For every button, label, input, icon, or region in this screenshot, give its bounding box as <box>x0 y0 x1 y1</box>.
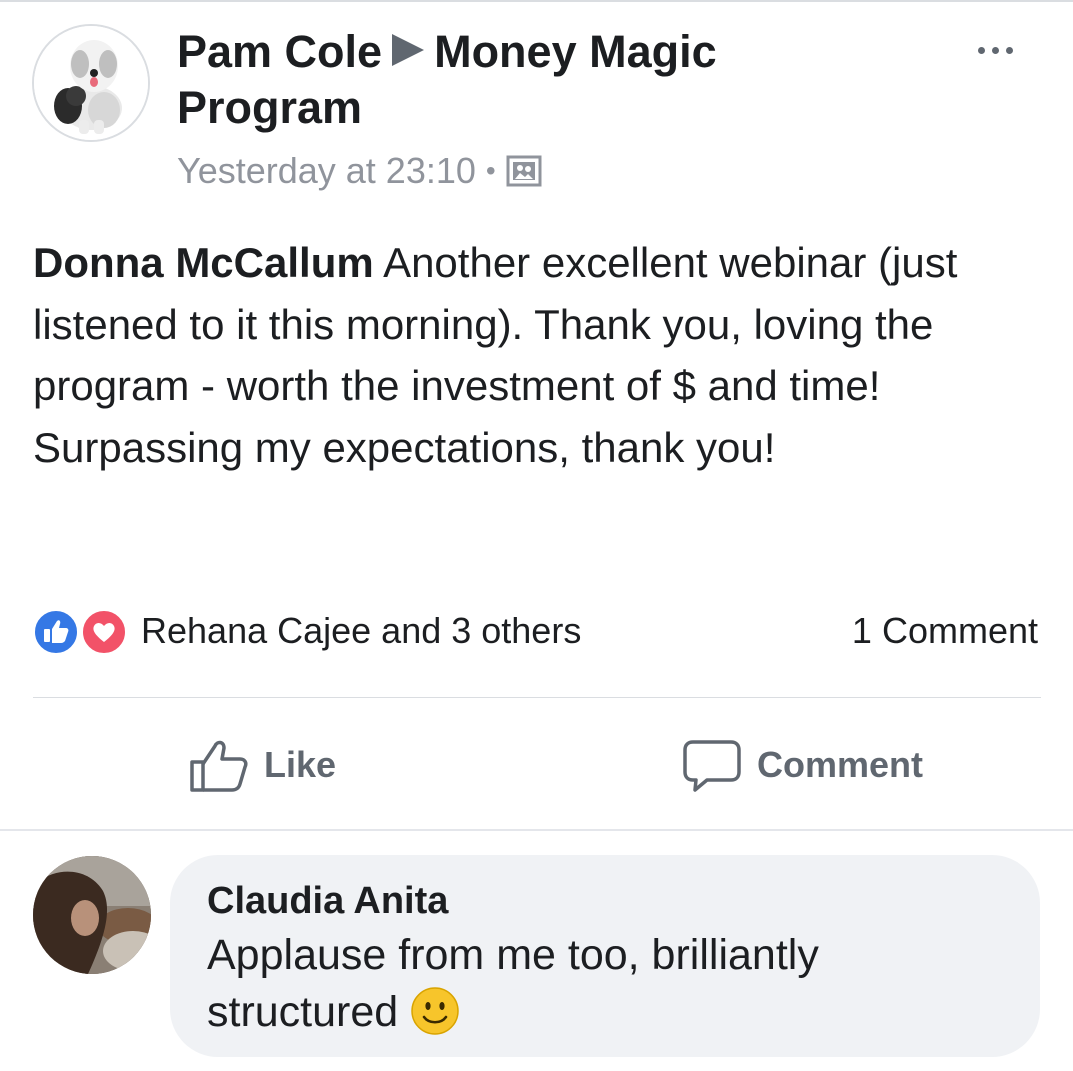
reaction-icons <box>33 607 129 655</box>
comment-body: Applause from me too, brilliantly struct… <box>207 931 819 1036</box>
divider <box>0 829 1073 831</box>
post-meta: Yesterday at 23:10 • <box>177 148 542 194</box>
meta-separator: • <box>485 155 496 186</box>
post-text: Donna McCallum Another excellent webinar… <box>33 232 1043 478</box>
divider <box>33 697 1041 698</box>
thumbs-up-icon <box>190 740 248 792</box>
post-timestamp[interactable]: Yesterday at 23:10 <box>177 150 476 192</box>
mentioned-author-link[interactable]: Donna McCallum <box>33 239 374 286</box>
post-title: Pam Cole Money Magic Program <box>177 24 797 136</box>
reactions-summary[interactable]: Rehana Cajee and 3 others <box>33 606 581 656</box>
comment-text: Applause from me too, brilliantly struct… <box>207 927 1004 1041</box>
love-reaction-icon <box>81 609 127 655</box>
comment-count-link[interactable]: 1 Comment <box>852 606 1038 656</box>
commenter-avatar[interactable] <box>33 856 151 974</box>
comment-label: Comment <box>757 744 924 785</box>
more-dot-icon <box>977 46 985 54</box>
like-button[interactable]: Like <box>188 730 336 800</box>
top-border <box>0 0 1073 2</box>
comment-button[interactable]: Comment <box>681 730 923 800</box>
comment-bubble: Claudia Anita Applause from me too, bril… <box>170 855 1040 1057</box>
commenter-name-link[interactable]: Claudia Anita <box>207 877 1004 925</box>
more-dot-icon <box>991 46 999 54</box>
speech-bubble-icon <box>683 740 741 792</box>
smiley-emoji-icon <box>411 987 459 1035</box>
author-avatar[interactable] <box>32 24 150 142</box>
photo-album-icon <box>506 155 542 187</box>
author-name-link[interactable]: Pam Cole <box>177 26 382 77</box>
reactors-names[interactable]: Rehana Cajee and 3 others <box>141 610 581 652</box>
like-reaction-icon <box>33 609 79 655</box>
more-dot-icon <box>1005 46 1013 54</box>
more-options-button[interactable] <box>966 30 1024 70</box>
arrow-right-icon <box>392 34 425 66</box>
like-label: Like <box>264 744 337 785</box>
